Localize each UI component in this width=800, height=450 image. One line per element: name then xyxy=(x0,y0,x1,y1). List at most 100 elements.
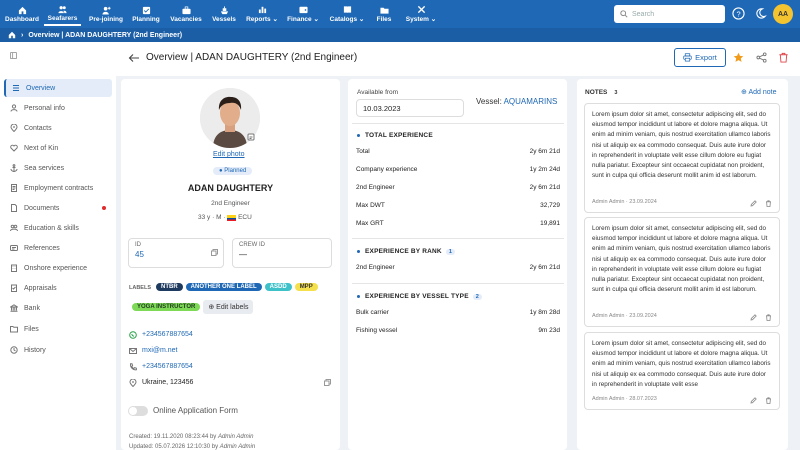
breadcrumb: › Overview | ADAN DAUGHTERY (2nd Enginee… xyxy=(0,28,800,42)
note-text: Lorem ipsum dolor sit amet, consectetur … xyxy=(592,340,771,388)
star-icon[interactable] xyxy=(733,52,744,63)
breadcrumb-current: Overview | ADAN DAUGHTERY (2nd Engineer) xyxy=(28,31,183,39)
trash-icon[interactable] xyxy=(778,52,789,63)
top-nav-bar: Dashboard Seafarers Pre-joining Planning… xyxy=(0,0,800,28)
exp-row: Company experience 1y 2m 24d xyxy=(356,166,560,173)
add-note-button[interactable]: ⊕ Add note xyxy=(741,88,776,96)
vessel-info: Vessel: AQUAMARINS xyxy=(476,97,558,106)
person-plus-icon xyxy=(101,6,111,15)
sidebar-item-personal-info[interactable]: Personal info xyxy=(4,99,112,117)
files-icon xyxy=(10,326,18,333)
available-from-label: Available from xyxy=(357,89,399,96)
sidebar-item-contacts[interactable]: Contacts xyxy=(4,119,112,137)
sidebar-item-files[interactable]: Files xyxy=(4,320,112,338)
note-meta: Admin Admin · 28.07.2023 xyxy=(592,395,657,402)
crew-id-value: — xyxy=(239,250,247,259)
sidebar-item-bank[interactable]: Bank xyxy=(4,299,112,317)
delete-icon[interactable] xyxy=(765,200,772,207)
phone-number[interactable]: +234567887654 xyxy=(142,363,193,370)
edit-icon[interactable] xyxy=(750,397,757,404)
sidebar-item-documents[interactable]: Documents xyxy=(4,199,112,217)
sidebar-item-history[interactable]: History xyxy=(4,341,112,359)
note-item: Lorem ipsum dolor sit amet, consectetur … xyxy=(584,217,780,327)
edit-icon[interactable] xyxy=(750,314,757,321)
sidebar-item-next-of-kin[interactable]: Next of Kin xyxy=(4,139,112,157)
sidebar-item-education-skills[interactable]: Education & skills xyxy=(4,219,112,237)
online-application-toggle[interactable] xyxy=(128,406,148,416)
note-item: Lorem ipsum dolor sit amet, consectetur … xyxy=(584,332,780,410)
created-info: Created: 19.11.2020 08:23:44 by Admin Ad… xyxy=(129,434,254,440)
collapse-sidebar-icon[interactable] xyxy=(10,52,17,59)
id-value: 45 xyxy=(135,250,144,259)
exp-row: Fishing vessel 9m 23d xyxy=(356,327,560,334)
exp-row: 2nd Engineer 2y 6m 21d xyxy=(356,264,560,271)
folder-icon xyxy=(379,7,389,14)
sidebar-item-references[interactable]: References xyxy=(4,239,112,257)
edit-photo-link[interactable]: Edit photo xyxy=(213,151,245,158)
delete-icon[interactable] xyxy=(765,397,772,404)
exp-row: Max GRT 19,891 xyxy=(356,220,560,227)
nav-reports[interactable]: Reports ⌄ xyxy=(244,2,280,26)
crew-id-box: CREW ID — xyxy=(232,238,332,268)
chart-icon xyxy=(258,6,266,14)
export-button[interactable]: Export xyxy=(674,48,726,67)
copy-icon[interactable] xyxy=(211,249,218,256)
user-avatar[interactable]: AA xyxy=(773,4,793,24)
page-title: Overview | ADAN DAUGHTERY (2nd Engineer) xyxy=(146,52,358,63)
ecuador-flag-icon xyxy=(227,214,237,221)
svg-text:?: ? xyxy=(736,9,740,18)
whatsapp-number[interactable]: +234567887654 xyxy=(142,331,193,338)
nav-finance[interactable]: Finance ⌄ xyxy=(285,2,321,26)
home-icon[interactable] xyxy=(8,31,16,39)
delete-icon[interactable] xyxy=(765,314,772,321)
notes-title: NOTES 3 xyxy=(585,89,620,96)
edit-photo-icon[interactable] xyxy=(247,133,255,141)
seafarer-rank: 2nd Engineer xyxy=(211,200,250,207)
wallet-icon xyxy=(298,6,308,14)
edit-icon[interactable] xyxy=(750,200,757,207)
share-icon[interactable] xyxy=(756,52,767,63)
search-input[interactable]: Search xyxy=(614,5,725,23)
nav-vacancies[interactable]: Vacancies xyxy=(168,2,204,26)
breadcrumb-separator: › xyxy=(21,31,24,39)
tools-icon xyxy=(417,5,425,14)
seafarer-name: ADAN DAUGHTERY xyxy=(187,183,274,193)
nav-vessels[interactable]: Vessels xyxy=(209,2,239,26)
vessel-link[interactable]: AQUAMARINS xyxy=(504,97,558,106)
divider xyxy=(352,123,564,124)
heart-icon xyxy=(10,144,18,152)
briefcase-icon xyxy=(181,6,191,14)
whatsapp-icon xyxy=(129,331,137,339)
moon-icon[interactable] xyxy=(754,7,767,20)
notes-count: 3 xyxy=(614,90,618,96)
nav-system[interactable]: System ⌄ xyxy=(403,2,439,26)
note-text: Lorem ipsum dolor sit amet, consectetur … xyxy=(592,111,771,180)
references-icon xyxy=(10,245,18,251)
sidebar-item-employment-contracts[interactable]: Employment contracts xyxy=(4,179,112,197)
updated-info: Updated: 05.07.2026 12:10:30 by Admin Ad… xyxy=(129,444,256,450)
help-icon[interactable]: ? xyxy=(732,7,745,20)
exp-row: Max DWT 32,729 xyxy=(356,202,560,209)
email-address[interactable]: mxi@m.net xyxy=(142,347,178,354)
total-experience-title: TOTAL EXPERIENCE xyxy=(357,132,433,139)
sidebar-item-sea-services[interactable]: Sea services xyxy=(4,159,112,177)
nav-planning[interactable]: Planning xyxy=(130,2,162,26)
available-from-input[interactable]: 10.03.2023 xyxy=(356,99,464,117)
label-tag: ASDD xyxy=(264,283,292,291)
sidebar-item-overview[interactable]: Overview xyxy=(4,79,112,97)
edit-labels-button[interactable]: ⊕ Edit labels xyxy=(203,300,254,314)
nav-catalogs[interactable]: Catalogs ⌄ xyxy=(327,2,367,26)
nav-files[interactable]: Files xyxy=(374,2,394,26)
sidebar-item-onshore-experience[interactable]: Onshore experience xyxy=(4,259,112,277)
experience-by-rank-title: EXPERIENCE BY RANK 1 xyxy=(357,248,456,255)
nav-pre-joining[interactable]: Pre-joining xyxy=(87,2,125,26)
nav-dashboard[interactable]: Dashboard xyxy=(5,2,39,26)
divider xyxy=(352,238,564,239)
book-icon xyxy=(343,6,351,14)
nav-seafarers[interactable]: Seafarers xyxy=(44,2,81,26)
copy-icon[interactable] xyxy=(324,379,331,386)
sidebar-item-appraisals[interactable]: Appraisals xyxy=(4,279,112,297)
label-tag: ANOTHER ONE LABEL xyxy=(185,283,262,291)
back-arrow-icon[interactable] xyxy=(128,52,140,64)
history-icon xyxy=(10,346,18,354)
